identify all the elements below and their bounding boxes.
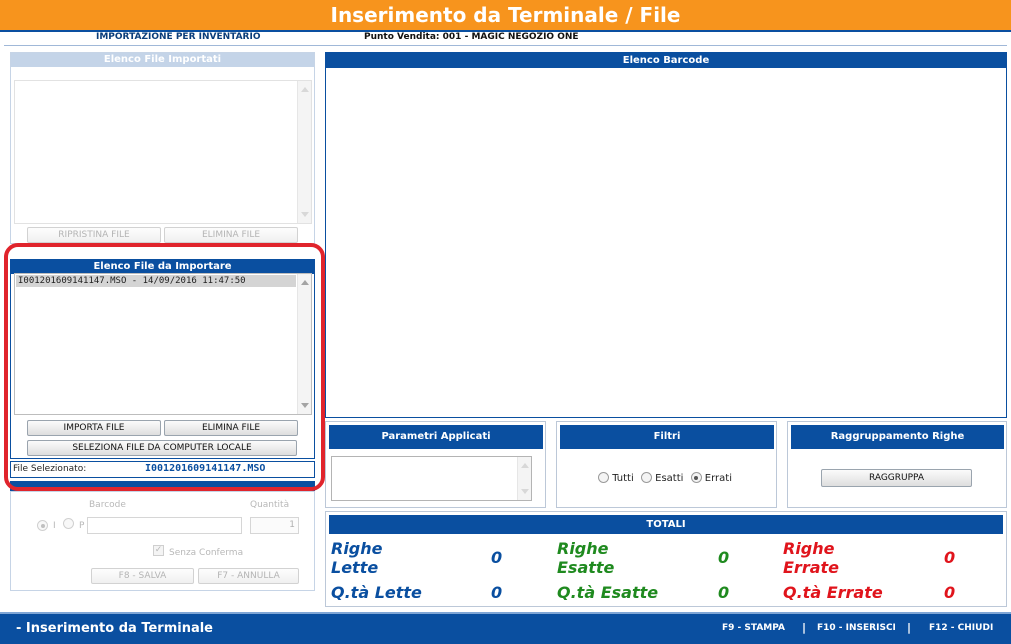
params-scrollbar[interactable]	[517, 457, 531, 500]
qty-read-label: Q.tà Lette	[331, 583, 422, 602]
scroll-up-icon[interactable]	[521, 463, 529, 468]
footer-separator: |	[907, 621, 912, 634]
qty-exact-label: Q.tà Esatte	[557, 583, 659, 602]
imported-files-header: Elenco File Importati	[11, 53, 314, 67]
rows-read-label: Righe Lette	[331, 539, 383, 577]
scroll-down-icon[interactable]	[521, 489, 529, 494]
barcode-list-area[interactable]	[326, 70, 1006, 417]
qty-exact-value: 0	[718, 583, 730, 602]
imported-files-list[interactable]	[14, 80, 312, 224]
filter-all-label: Tutti	[612, 473, 634, 484]
restore-file-button[interactable]: RIPRISTINA FILE	[27, 227, 161, 243]
print-button[interactable]: F9 - STAMPA	[722, 623, 785, 633]
qty-error-label: Q.tà Errate	[783, 583, 883, 602]
filter-exact-label: Esatti	[655, 473, 684, 484]
info-bar: IMPORTAZIONE PER INVENTARIO Punto Vendit…	[4, 32, 1007, 46]
radio-p-label: P	[79, 521, 85, 531]
footer-title: - Inserimento da Terminale	[16, 621, 213, 636]
filters-panel: Filtri Tutti Esatti Errati	[556, 421, 777, 508]
radio-p-icon[interactable]	[63, 518, 74, 529]
delete-imported-file-button[interactable]: ELIMINA FILE	[164, 227, 298, 243]
scroll-up-icon[interactable]	[301, 87, 309, 92]
quantity-value: 1	[289, 520, 295, 530]
rows-exact-value: 0	[718, 548, 730, 567]
rows-error-value: 0	[944, 548, 956, 567]
highlight-ring	[4, 243, 325, 491]
close-button[interactable]: F12 - CHIUDI	[929, 623, 993, 633]
group-button[interactable]: RAGGRUPPA	[821, 469, 972, 487]
cancel-button[interactable]: F7 - ANNULLA	[198, 568, 299, 584]
radio-i-label: I	[53, 521, 56, 531]
radio-i-icon[interactable]	[37, 520, 48, 531]
no-confirm-label: Senza Conferma	[169, 548, 244, 558]
filter-errors-label: Errati	[704, 473, 732, 484]
radio-p[interactable]	[63, 518, 74, 530]
quantity-input[interactable]: 1	[250, 517, 299, 534]
grouping-header: Raggruppamento Righe	[791, 425, 1004, 449]
filter-errors-radio[interactable]	[690, 472, 702, 483]
scroll-down-icon[interactable]	[301, 212, 309, 217]
rows-read-value: 0	[491, 548, 503, 567]
rows-exact-label: Righe Esatte	[557, 539, 615, 577]
totals-header: TOTALI	[329, 515, 1003, 534]
params-header: Parametri Applicati	[329, 425, 543, 449]
imported-files-panel: Elenco File Importati RIPRISTINA FILE EL…	[10, 52, 315, 244]
qty-read-value: 0	[491, 583, 503, 602]
totals-panel: TOTALI Righe Lette 0 Righe Esatte 0 Righ…	[325, 511, 1007, 607]
filter-all-radio[interactable]	[598, 472, 609, 483]
qty-error-value: 0	[944, 583, 956, 602]
barcode-input[interactable]	[87, 517, 242, 534]
manual-entry-panel: Barcode Quantità I P 1 ✓ Senza Conferma …	[10, 491, 315, 591]
imported-files-scrollbar[interactable]	[297, 81, 311, 223]
params-panel: Parametri Applicati	[325, 421, 546, 508]
barcode-label: Barcode	[89, 500, 126, 510]
title-bar: Inserimento da Terminale / File	[0, 0, 1011, 32]
footer-top-line	[0, 612, 1011, 614]
barcode-list-header: Elenco Barcode	[326, 53, 1006, 68]
save-button[interactable]: F8 - SALVA	[91, 568, 194, 584]
store-label: Punto Vendita: 001 - MAGIC NEGOZIO ONE	[364, 32, 579, 42]
params-textarea[interactable]	[331, 456, 532, 501]
quantity-label: Quantità	[250, 500, 290, 510]
no-confirm-checkbox[interactable]: ✓	[153, 545, 164, 556]
filter-exact-radio[interactable]	[640, 472, 652, 483]
filters-header: Filtri	[560, 425, 774, 449]
barcode-list-panel: Elenco Barcode	[325, 52, 1007, 418]
window-title: Inserimento da Terminale / File	[330, 3, 681, 27]
radio-i[interactable]	[37, 520, 48, 532]
rows-error-label: Righe Errate	[783, 539, 840, 577]
footer-separator: |	[802, 621, 807, 634]
filters-radio-group: Tutti Esatti Errati	[598, 472, 732, 484]
footer-bar: - Inserimento da Terminale F9 - STAMPA |…	[0, 614, 1011, 644]
grouping-panel: Raggruppamento Righe RAGGRUPPA	[787, 421, 1007, 508]
mode-label: IMPORTAZIONE PER INVENTARIO	[96, 32, 261, 42]
insert-button[interactable]: F10 - INSERISCI	[817, 623, 896, 633]
